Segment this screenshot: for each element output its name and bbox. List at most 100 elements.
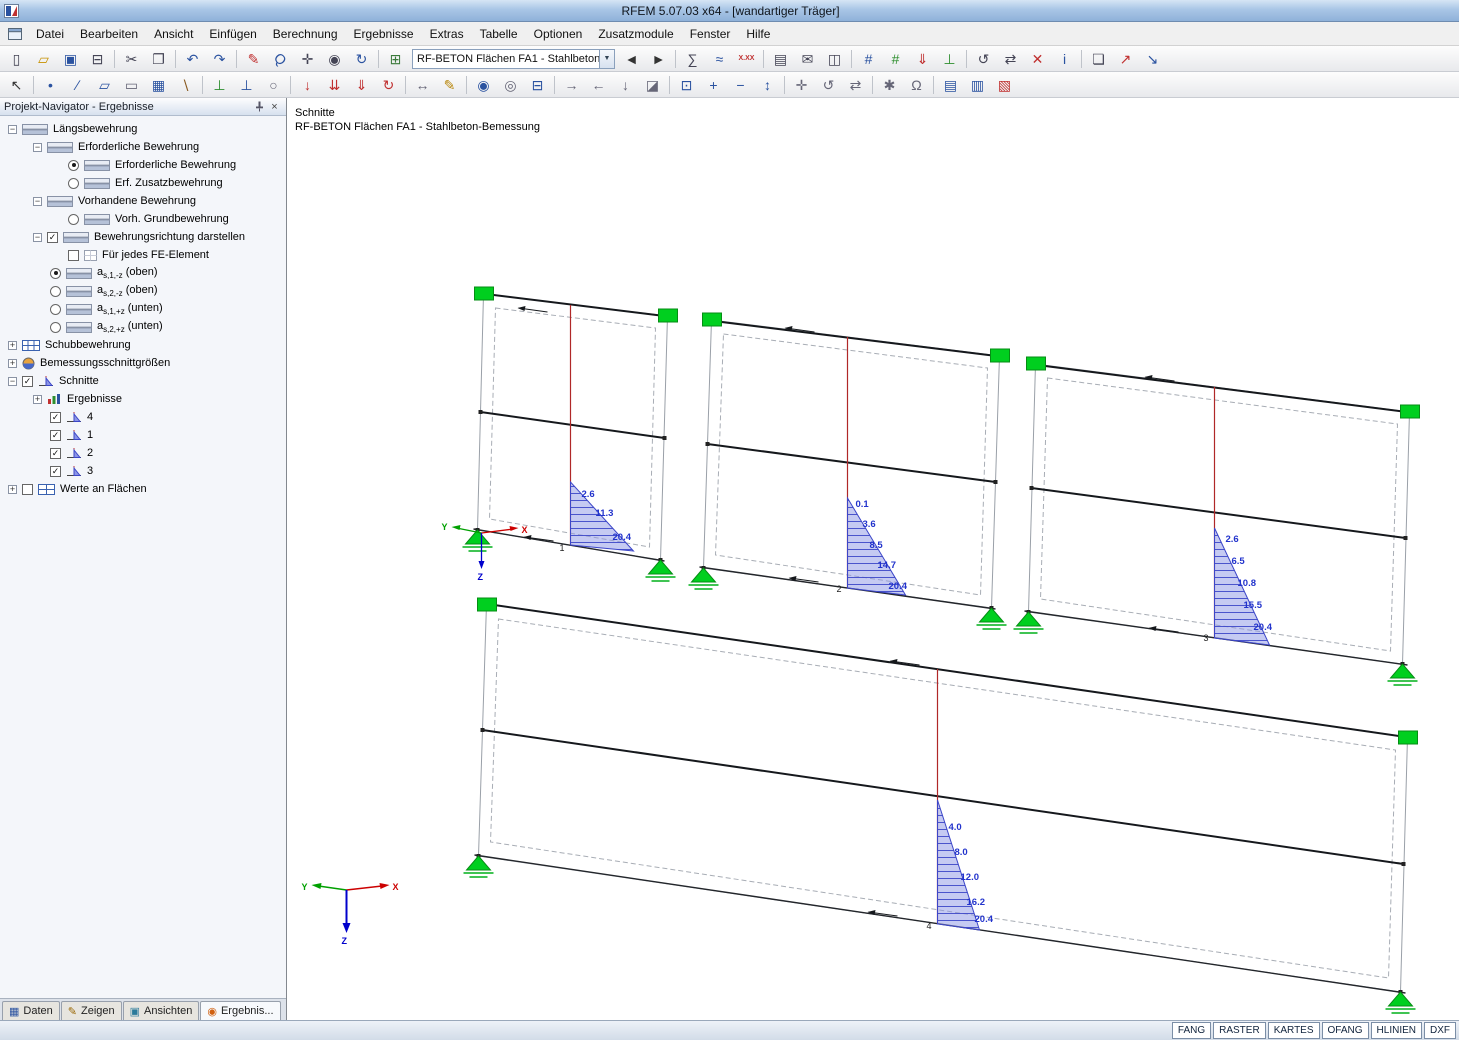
next-load-case-button[interactable]: ► [646, 48, 671, 70]
mirror-copy-button[interactable]: ⇄ [843, 74, 868, 96]
rotate-copy-button[interactable]: ↺ [816, 74, 841, 96]
tree-item-as-1-z[interactable]: as,1,-z (oben) [0, 264, 286, 282]
redo-button[interactable]: ↷ [207, 48, 232, 70]
new-node-button[interactable]: • [38, 74, 63, 96]
snapshot-button[interactable]: ◉ [322, 48, 347, 70]
menu-ansicht[interactable]: Ansicht [146, 23, 201, 45]
menu-tabelle[interactable]: Tabelle [472, 23, 526, 45]
tree-item-schnitte[interactable]: −✓Schnitte [0, 372, 286, 390]
info-button[interactable]: i [1052, 48, 1077, 70]
new-opening-button[interactable]: ▭ [119, 74, 144, 96]
isometric-view-button[interactable]: ◪ [640, 74, 665, 96]
units-button[interactable]: Ω [904, 74, 929, 96]
radio-as-1-z[interactable] [50, 268, 61, 279]
menu-hilfe[interactable]: Hilfe [738, 23, 778, 45]
tree-item-schubbewehrung[interactable]: +Schubbewehrung [0, 336, 286, 354]
nav-tab-zeigen[interactable]: ✎Zeigen [61, 1001, 122, 1020]
view-in-x-button[interactable]: → [559, 74, 584, 96]
calculation-button[interactable]: ∑ [680, 48, 705, 70]
edit-mode-button[interactable]: ✎ [241, 48, 266, 70]
cut-button[interactable]: ✂ [119, 48, 144, 70]
tree-item-vorhandene-bewehrung[interactable]: −Vorhandene Bewehrung [0, 192, 286, 210]
module-button[interactable]: ⊞ [383, 48, 408, 70]
clipping-plane-button[interactable]: ⊟ [525, 74, 550, 96]
checkbox-3[interactable]: ✓ [50, 466, 61, 477]
tree-item-as-2-z[interactable]: as,2,-z (oben) [0, 282, 286, 300]
tables-button[interactable]: ▤ [938, 74, 963, 96]
supports-display-button[interactable]: ⊥ [937, 48, 962, 70]
tree-item-erforderliche-bewehrung[interactable]: −Erforderliche Bewehrung [0, 138, 286, 156]
radio-erforderliche-bewehrung[interactable] [68, 160, 79, 171]
zoom-out-button[interactable]: − [728, 74, 753, 96]
menu-berechnung[interactable]: Berechnung [265, 23, 346, 45]
zoom-in-button[interactable]: + [701, 74, 726, 96]
tree-item-erforderliche-bewehrung[interactable]: Erforderliche Bewehrung [0, 156, 286, 174]
dimension-button[interactable]: ↔ [410, 74, 435, 96]
menu-ergebnisse[interactable]: Ergebnisse [346, 23, 422, 45]
nodal-support-button[interactable]: ⊥ [207, 74, 232, 96]
surface-load-button[interactable]: ⇓ [349, 74, 374, 96]
copy-button[interactable]: ❐ [146, 48, 171, 70]
tree-item-3[interactable]: ✓3 [0, 462, 286, 480]
undo-button[interactable]: ↶ [180, 48, 205, 70]
tree-item-bemessungsschnittgrößen[interactable]: +Bemessungsschnittgrößen [0, 354, 286, 372]
status-toggle-hlinien[interactable]: HLINIEN [1371, 1022, 1422, 1039]
status-toggle-fang[interactable]: FANG [1172, 1022, 1211, 1039]
view-in-z-button[interactable]: ↓ [613, 74, 638, 96]
status-toggle-kartes[interactable]: KARTES [1268, 1022, 1320, 1039]
status-toggle-dxf[interactable]: DXF [1424, 1022, 1456, 1039]
line-load-button[interactable]: ⇊ [322, 74, 347, 96]
expand-icon[interactable]: + [33, 395, 42, 404]
new-view-button[interactable]: ❏ [1086, 48, 1111, 70]
nodal-load-button[interactable]: ↓ [295, 74, 320, 96]
radio-as-1-z[interactable] [50, 304, 61, 315]
line-support-button[interactable]: ⊥ [234, 74, 259, 96]
new-project-button[interactable]: ▯ [4, 48, 29, 70]
record-movie-button[interactable]: ◫ [822, 48, 847, 70]
radio-as-2-z[interactable] [50, 322, 61, 333]
tree-item-2[interactable]: ✓2 [0, 444, 286, 462]
tree-item-vorh-grundbewehrung[interactable]: Vorh. Grundbewehrung [0, 210, 286, 228]
combo-dropdown-arrow-icon[interactable]: ▼ [599, 50, 614, 68]
status-toggle-raster[interactable]: RASTER [1213, 1022, 1266, 1039]
section-1[interactable]: 2.6 11.3 20.4 1 [518, 305, 634, 553]
tree-item-längsbewehrung[interactable]: −Längsbewehrung [0, 120, 286, 138]
radio-as-2-z[interactable] [50, 286, 61, 297]
annotation-button[interactable]: ✎ [437, 74, 462, 96]
send-mail-button[interactable]: ✉ [795, 48, 820, 70]
checkbox-1[interactable]: ✓ [50, 430, 61, 441]
tree-item-as-2-z[interactable]: as,2,+z (unten) [0, 318, 286, 336]
open-project-button[interactable]: ▱ [31, 48, 56, 70]
menu-fenster[interactable]: Fenster [682, 23, 739, 45]
export-view-button[interactable]: ↗ [1113, 48, 1138, 70]
title-bar[interactable]: RFEM 5.07.03 x64 - [wandartiger Träger] [0, 0, 1459, 22]
save-project-button[interactable]: ▣ [58, 48, 83, 70]
collapse-icon[interactable]: − [33, 233, 42, 242]
new-solid-button[interactable]: ▦ [146, 74, 171, 96]
wall-panel-4[interactable] [475, 602, 1413, 994]
checkbox-2[interactable]: ✓ [50, 448, 61, 459]
rotate-3d-button[interactable]: ↺ [971, 48, 996, 70]
new-surface-button[interactable]: ▱ [92, 74, 117, 96]
fe-mesh-button[interactable]: # [856, 48, 881, 70]
menu-zusatzmodule[interactable]: Zusatzmodule [590, 23, 681, 45]
tree-item-4[interactable]: ✓4 [0, 408, 286, 426]
visibility-modes-button[interactable]: ◎ [498, 74, 523, 96]
delete-results-button[interactable]: ✕ [1025, 48, 1050, 70]
checkbox-schnitte[interactable]: ✓ [22, 376, 33, 387]
expand-icon[interactable]: + [8, 485, 17, 494]
hinge-button[interactable]: ○ [261, 74, 286, 96]
section-3[interactable]: 2.6 6.5 10.8 15.5 20.4 3 [1145, 375, 1273, 645]
nav-tab-ansichten[interactable]: ▣Ansichten [123, 1001, 200, 1020]
collapse-icon[interactable]: − [33, 143, 42, 152]
show-results-button[interactable]: ≈ [707, 48, 732, 70]
checkbox-4[interactable]: ✓ [50, 412, 61, 423]
moment-load-button[interactable]: ↻ [376, 74, 401, 96]
nav-tab-daten[interactable]: ▦Daten [2, 1001, 60, 1020]
section-2[interactable]: 0.1 3.6 8.5 14.7 20.4 2 [785, 326, 908, 595]
nav-tab-ergebnis[interactable]: ◉Ergebnis... [200, 1001, 280, 1020]
view-in-y-button[interactable]: ← [586, 74, 611, 96]
panel-button[interactable]: ▥ [965, 74, 990, 96]
move-copy-button[interactable]: ✛ [789, 74, 814, 96]
printout-report-button[interactable]: ▤ [768, 48, 793, 70]
